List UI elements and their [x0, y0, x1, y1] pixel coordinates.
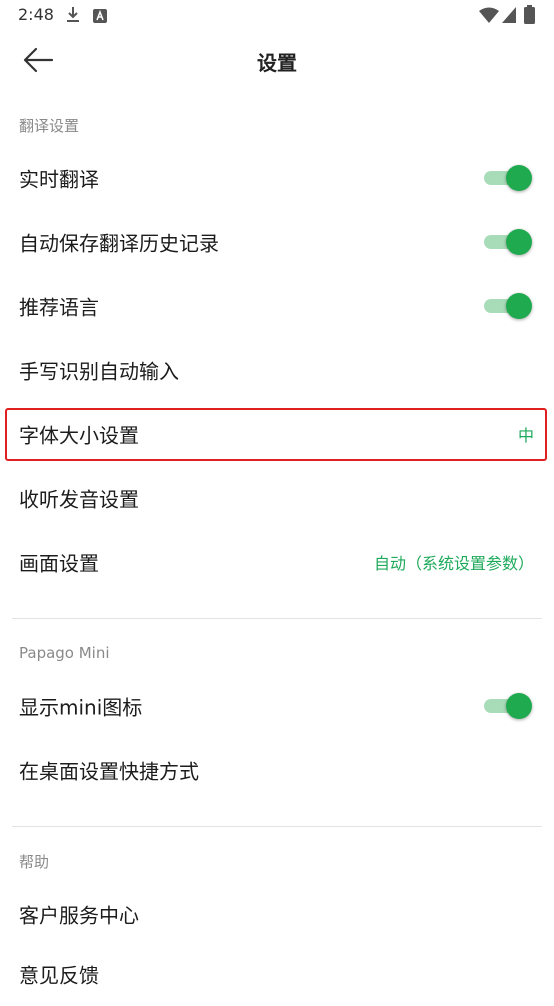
setting-recommended-language[interactable]: 推荐语言 [0, 274, 554, 338]
setting-autosave-history[interactable]: 自动保存翻译历史记录 [0, 210, 554, 274]
show-mini-icon-toggle[interactable] [484, 693, 532, 719]
setting-realtime-translation[interactable]: 实时翻译 [0, 146, 554, 210]
setting-label: 字体大小设置 [19, 423, 139, 448]
setting-label: 显示mini图标 [19, 695, 143, 720]
status-bar: 2:48 [0, 0, 554, 32]
battery-icon [524, 5, 535, 28]
setting-label: 实时翻译 [19, 167, 99, 192]
section-header-help: 帮助 [19, 853, 50, 871]
section-divider [12, 826, 542, 827]
setting-label: 客户服务中心 [19, 903, 139, 928]
setting-label: 推荐语言 [19, 295, 99, 320]
download-icon [66, 6, 80, 28]
setting-feedback[interactable]: 意见反馈 [0, 942, 554, 1006]
display-value: 自动（系统设置参数） [373, 554, 534, 573]
status-time: 2:48 [18, 5, 54, 24]
setting-label: 在桌面设置快捷方式 [19, 759, 199, 784]
section-header-translation: 翻译设置 [19, 117, 80, 135]
setting-display[interactable]: 画面设置 自动（系统设置参数） [0, 530, 554, 594]
wifi-icon [479, 7, 499, 27]
setting-label: 手写识别自动输入 [19, 359, 179, 384]
app-bar: 设置 [0, 32, 554, 90]
setting-pronunciation[interactable]: 收听发音设置 [0, 466, 554, 530]
setting-label: 自动保存翻译历史记录 [19, 231, 219, 256]
page-title: 设置 [257, 51, 297, 75]
cellular-icon [502, 7, 516, 27]
font-size-value: 中 [517, 426, 534, 445]
section-divider [12, 618, 542, 619]
setting-label: 意见反馈 [19, 963, 99, 988]
section-header-papago-mini: Papago Mini [19, 644, 110, 662]
setting-handwriting-autoinput[interactable]: 手写识别自动输入 [0, 338, 554, 402]
setting-show-mini-icon[interactable]: 显示mini图标 [0, 674, 554, 738]
realtime-translation-toggle[interactable] [484, 165, 532, 191]
a-notification-icon [93, 8, 107, 27]
recommended-language-toggle[interactable] [484, 293, 532, 319]
setting-desktop-shortcut[interactable]: 在桌面设置快捷方式 [0, 738, 554, 802]
setting-label: 收听发音设置 [19, 487, 139, 512]
setting-label: 画面设置 [19, 551, 99, 576]
setting-customer-service[interactable]: 客户服务中心 [0, 882, 554, 946]
setting-font-size[interactable]: 字体大小设置 中 [0, 402, 554, 466]
autosave-history-toggle[interactable] [484, 229, 532, 255]
